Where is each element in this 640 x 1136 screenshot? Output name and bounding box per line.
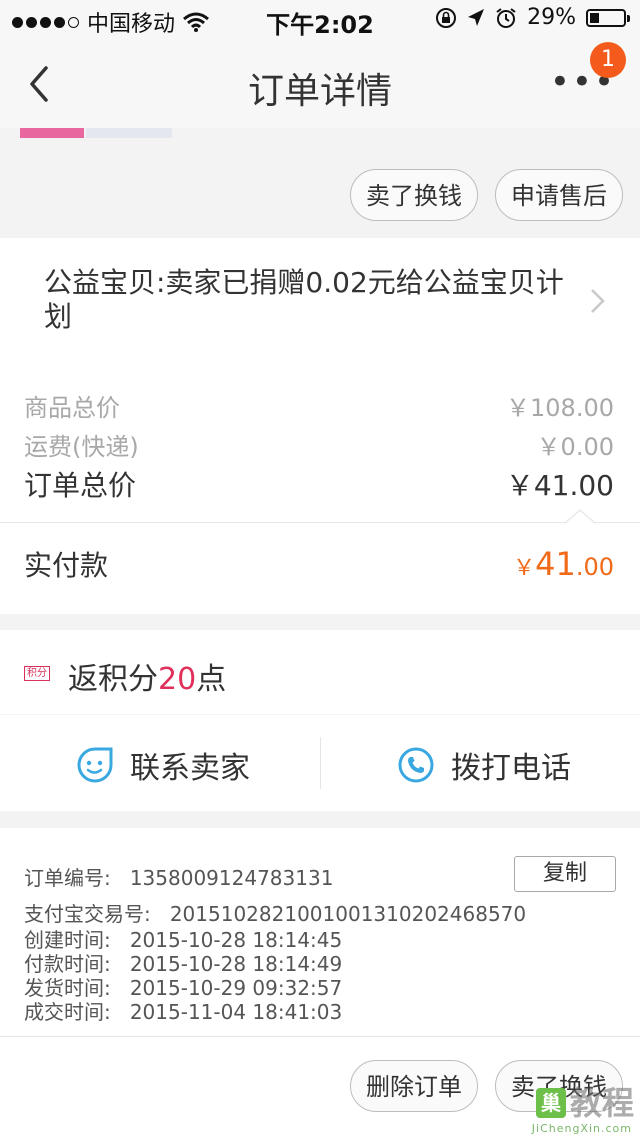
product-thumbnails [20,128,172,138]
product-thumbnail [86,128,172,138]
completed-time-value: 2015-11-04 18:41:03 [129,1000,343,1024]
alarm-icon [496,7,516,28]
goods-total-row: 商品总价 ￥108.00 [24,388,614,423]
points-row: 积分 返积分20点 [0,630,640,714]
charity-row[interactable]: 公益宝贝:卖家已捐赠0.02元给公益宝贝计划 [0,238,640,364]
phone-icon [398,747,434,783]
paid-label: 实付款 [24,549,109,582]
watermark-icon: 巢 [535,1088,566,1118]
alipay-number-value: 2015102821001001310202468570 [169,902,527,926]
price-summary: 商品总价 ￥108.00 运费(快递) ￥0.00 订单总价 ￥41.00 实付… [0,364,640,614]
notification-badge: 1 [590,42,626,78]
chevron-right-icon [591,289,605,313]
watermark-text: 教程 [569,1084,634,1122]
points-text: 返积分20点 [68,654,226,698]
goods-total-label: 商品总价 [24,394,120,422]
watermark-logo: 巢 教程 [535,1084,634,1122]
product-thumbnail [20,128,84,138]
watermark-url: JiChengXin.com [531,1122,632,1135]
points-suffix: 点 [196,662,227,697]
paid-currency: ￥ [513,556,536,581]
order-total-label: 订单总价 [24,469,137,502]
battery-icon [586,8,630,27]
nav-bar: 订单详情 ••• 1 [0,40,640,128]
shipping-label: 运费(快递) [24,433,139,461]
paid-amount: ￥41.00 [513,545,614,583]
paid-decimal: .00 [575,553,614,581]
completed-time-label: 成交时间: [24,1000,111,1024]
apply-after-sale-button[interactable]: 申请售后 [495,169,623,221]
status-right: 29% [435,5,630,30]
order-number-value: 1358009124783131 [129,866,334,890]
pointer-triangle-icon [565,509,595,524]
paid-row: 实付款 ￥41.00 [24,544,614,584]
shipping-value: ￥0.00 [536,433,614,461]
order-number-label: 订单编号: [24,866,111,890]
order-info: 订单编号: 1358009124783131 复制 支付宝交易号: 201510… [0,828,640,1036]
order-total-value: ￥41.00 [505,469,614,502]
contact-row: 联系卖家 拨打电话 [0,715,640,811]
goods-total-value: ￥108.00 [506,394,614,422]
contact-seller-button[interactable]: 联系卖家 [76,743,250,787]
location-icon [468,8,485,26]
points-prefix: 返积分 [68,662,158,697]
divider [320,737,321,789]
order-number-row: 订单编号: 1358009124783131 [24,862,333,891]
alipay-number-row: 支付宝交易号: 2015102821001001310202468570 [24,898,526,927]
sell-for-cash-button[interactable]: 卖了换钱 [350,169,478,221]
call-phone-button[interactable]: 拨打电话 [397,743,571,787]
paid-integer: 41 [535,545,576,583]
copy-button[interactable]: 复制 [514,856,616,892]
page-title: 订单详情 [247,71,392,112]
alipay-number-label: 支付宝交易号: [24,902,151,926]
delete-order-button[interactable]: 删除订单 [350,1060,478,1112]
call-phone-label: 拨打电话 [451,751,571,786]
charity-text: 公益宝贝:卖家已捐赠0.02元给公益宝贝计划 [44,266,564,333]
status-bar: 中国移动 下午2:02 29% [0,0,640,40]
contact-seller-label: 联系卖家 [130,751,250,786]
chat-face-icon [77,747,113,783]
points-value: 20 [158,662,197,697]
battery-percent: 29% [527,5,576,30]
divider [0,522,640,523]
rotation-lock-icon [436,7,457,28]
shipping-row: 运费(快递) ￥0.00 [24,427,614,462]
points-tag-icon: 积分 [24,666,50,681]
order-total-row: 订单总价 ￥41.00 [24,464,614,504]
completed-time-row: 成交时间: 2015-11-04 18:41:03 [24,996,342,1025]
